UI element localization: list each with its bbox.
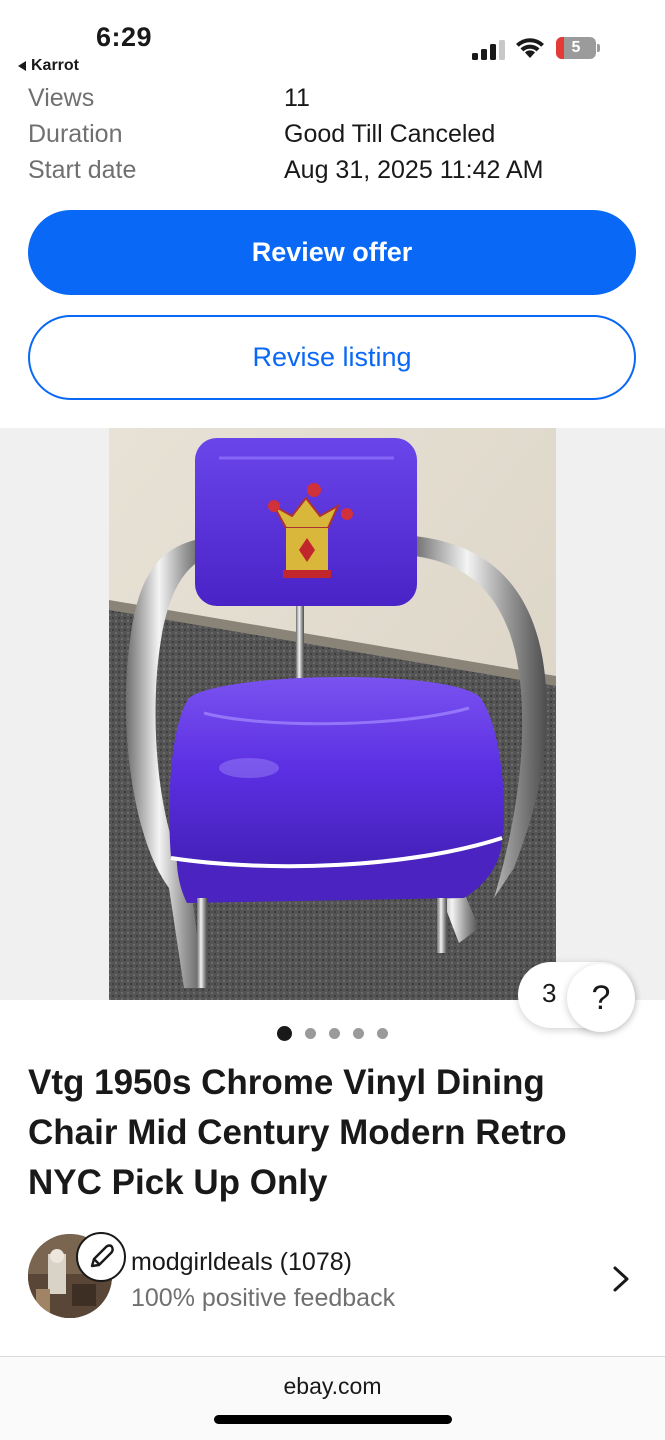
pagination-dot[interactable]	[329, 1028, 340, 1039]
gallery-pagination	[0, 1026, 665, 1041]
back-to-app-link[interactable]: Karrot	[18, 57, 79, 75]
edit-pencil-button[interactable]	[76, 1232, 126, 1282]
help-label: ?	[591, 978, 611, 1017]
detail-value: Aug 31, 2025 11:42 AM	[284, 156, 544, 184]
back-app-label: Karrot	[31, 57, 80, 74]
listing-details: Views 11 Duration Good Till Canceled Sta…	[28, 80, 638, 188]
detail-row-start-date: Start date Aug 31, 2025 11:42 AM	[28, 152, 638, 188]
review-offer-button[interactable]: Review offer	[28, 210, 636, 295]
detail-row-duration: Duration Good Till Canceled	[28, 116, 638, 152]
browser-url-bar[interactable]: ebay.com	[0, 1356, 665, 1440]
chair-photo-illustration	[109, 428, 556, 1000]
detail-label: Start date	[28, 156, 137, 184]
chevron-right-icon	[613, 1266, 629, 1292]
cellular-signal-icon	[472, 40, 505, 60]
listing-photo[interactable]	[109, 428, 556, 1000]
battery-level: 5	[571, 39, 581, 56]
pagination-dot[interactable]	[377, 1028, 388, 1039]
image-gallery[interactable]	[0, 428, 665, 1000]
battery-icon: 5	[556, 37, 600, 59]
home-indicator[interactable]	[214, 1415, 452, 1424]
pencil-icon	[90, 1244, 114, 1268]
status-bar: 6:29 Karrot 5	[0, 0, 665, 88]
url-text: ebay.com	[283, 1373, 382, 1399]
pagination-dot[interactable]	[277, 1026, 292, 1041]
detail-label: Duration	[28, 120, 123, 148]
pagination-dot[interactable]	[353, 1028, 364, 1039]
seller-feedback: 100% positive feedback	[131, 1284, 396, 1312]
back-arrow-icon	[18, 61, 26, 71]
revise-listing-button[interactable]: Revise listing	[28, 315, 636, 400]
help-button[interactable]: ?	[567, 964, 635, 1032]
status-time: 6:29	[96, 22, 153, 52]
pagination-dot[interactable]	[305, 1028, 316, 1039]
detail-value: Good Till Canceled	[284, 120, 496, 148]
image-counter: 3	[542, 978, 557, 1008]
listing-title: Vtg 1950s Chrome Vinyl Dining Chair Mid …	[28, 1063, 567, 1202]
seller-name: modgirldeals (1078)	[131, 1248, 352, 1276]
wifi-icon	[516, 38, 544, 58]
seller-row[interactable]: modgirldeals (1078) 100% positive feedba…	[28, 1232, 638, 1322]
